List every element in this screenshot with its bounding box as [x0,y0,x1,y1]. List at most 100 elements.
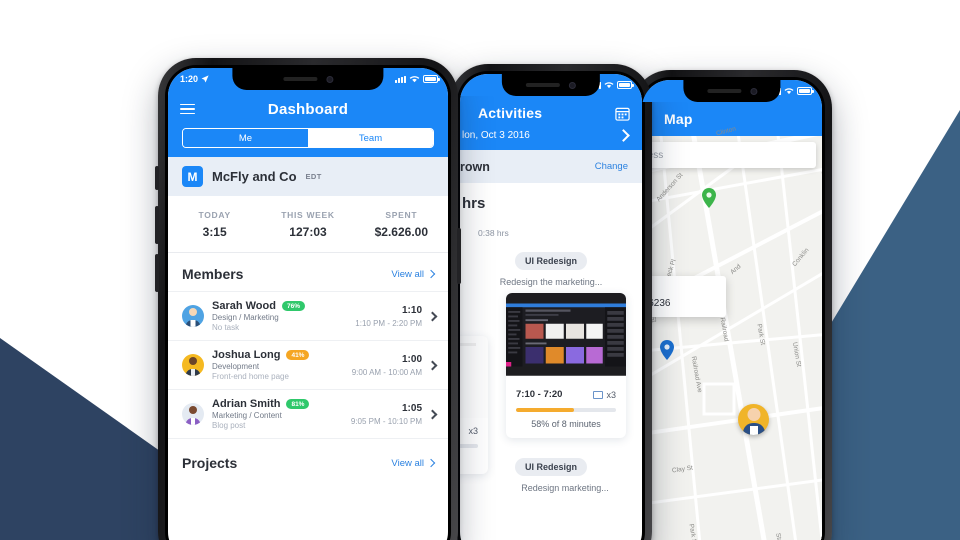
notch [501,74,601,96]
member-range: 9:05 PM - 10:10 PM [350,416,422,426]
stat-label: TODAY [198,210,231,220]
segment-hours: 0:38 hrs [478,228,509,238]
hamburger-menu-icon[interactable] [180,103,195,115]
project-description: Redesign the marketing... [499,277,603,287]
mute-switch[interactable] [155,166,159,190]
signal-bars-icon [395,75,406,83]
chevron-right-icon[interactable] [427,360,438,370]
stat-this-week: THIS WEEK 127:03 [261,210,354,239]
member-task: Front-end home page [212,372,289,381]
tab-team[interactable]: Team [308,129,433,147]
speaker-grille [707,89,741,93]
activity-card[interactable]: 7:10 - 7:20 x3 58% of 8 minutes [506,293,626,438]
activity-progress-label [460,448,488,474]
speaker-grille [525,83,560,87]
member-time: 1:00 9:00 AM - 10:00 AM [352,354,422,377]
phone-stage: Map Clinton Anderson St And Railroad Par… [0,0,960,540]
map-pin-green-icon[interactable] [702,188,716,208]
chevron-right-icon [426,458,436,468]
member-duration: 1:00 [401,353,422,365]
projects-section-header: Projects View all [168,439,448,480]
calendar-icon[interactable] [615,106,630,121]
member-info: Sarah Wood 76% Design / Marketing No tas… [212,300,355,332]
table-row[interactable]: Sarah Wood 76% Design / Marketing No tas… [168,291,448,340]
projects-view-all-button[interactable]: View all [391,458,436,469]
screenshot-count-label: x3 [606,389,616,400]
activity-thumbnail: TI [460,336,488,418]
wifi-icon [409,76,420,83]
map-roads [642,136,822,540]
street-label: Fe [819,171,822,180]
company-row[interactable]: M McFly and Co EDT [168,157,448,196]
stats-row: TODAY 3:15 THIS WEEK 127:03 SPENT $2.626… [168,196,448,253]
wifi-icon [604,82,614,89]
member-name: Joshua Long [212,349,281,361]
chevron-right-icon[interactable] [427,311,438,321]
location-callout[interactable]: t Rd iapolis, IN 46236 [642,276,726,317]
thumbnail-footer [506,375,626,377]
activity-card-partial[interactable]: TI x3 [460,336,488,474]
chevron-right-icon [426,269,436,279]
members-heading: Members [182,266,244,282]
stat-value: $2.626.00 [374,225,429,239]
front-camera [750,87,757,95]
member-duration: 1:10 [401,304,422,316]
activity-meta: x3 [460,418,488,440]
speaker-grille [283,77,317,81]
activity-screenshot-count: x3 [468,425,478,436]
table-row[interactable]: Joshua Long 41% Development Front-end ho… [168,340,448,389]
power-button[interactable] [457,228,461,284]
change-person-button[interactable]: Change [595,161,628,172]
stat-value: 3:15 [202,225,227,239]
map-search-input[interactable]: or address [642,142,816,168]
segmented-control-wrap: Me Team [168,128,448,157]
activity-thumbnail [506,293,626,377]
company-avatar: M [182,166,203,187]
phone-activities: Activities lon, Oct 3 2016 rown Change h… [448,64,652,540]
map-user-avatar-marker[interactable] [738,404,769,435]
avatar [182,354,204,376]
page-title-dashboard: Dashboard [267,100,349,118]
person-name: rown [460,159,490,174]
tab-me[interactable]: Me [183,129,308,147]
date-selector-row[interactable]: lon, Oct 3 2016 [460,129,642,150]
map-canvas[interactable]: Clinton Anderson St Vanderbeck Pl And Ra… [642,126,822,540]
appbar-dashboard: Dashboard [168,90,448,128]
volume-up-button[interactable] [155,206,159,244]
image-icon [593,390,604,399]
member-time: 1:10 1:10 PM - 2:20 PM [355,305,422,328]
map-screen: Map Clinton Anderson St And Railroad Par… [642,80,822,540]
wifi-icon [784,88,794,95]
appbar-activities: Activities [460,96,642,130]
project-chip[interactable]: UI Redesign [514,252,587,270]
activity-chip-wrap-1: UI Redesign [460,248,642,270]
page-title-map: Map [664,111,693,127]
members-section-header: Members View all [168,253,448,291]
member-duration: 1:05 [401,402,422,414]
chevron-right-icon[interactable] [617,129,630,142]
table-row[interactable]: Adrian Smith 81% Marketing / Content Blo… [168,389,448,438]
total-hours: hrs [462,195,486,212]
member-range: 1:10 PM - 2:20 PM [355,318,422,328]
battery-full-icon [423,75,440,83]
activity-meta: 7:10 - 7:20 x3 [506,377,626,404]
project-chip[interactable]: UI Redesign [514,458,587,476]
member-task: Blog post [212,421,246,430]
members-view-all-button[interactable]: View all [391,269,436,280]
member-time: 1:05 9:05 PM - 10:10 PM [351,403,422,426]
member-info: Joshua Long 41% Development Front-end ho… [212,349,352,381]
location-arrow-icon [201,75,209,83]
map-pin-blue-icon[interactable] [660,340,674,360]
avatar [182,305,204,327]
front-camera [568,81,576,89]
member-role: Design / Marketing [212,313,279,322]
callout-line-1: t Rd [642,284,716,295]
phone-map: Map Clinton Anderson St And Railroad Par… [630,70,832,540]
chevron-right-icon[interactable] [427,409,438,419]
company-name: McFly and Co [212,169,297,184]
notch [232,68,384,90]
phone-dashboard: 1:20 Dashboard Me Team M McFly and Co ED… [155,58,461,540]
battery-full-icon [617,81,634,89]
volume-down-button[interactable] [155,254,159,292]
stat-label: SPENT [385,210,418,220]
